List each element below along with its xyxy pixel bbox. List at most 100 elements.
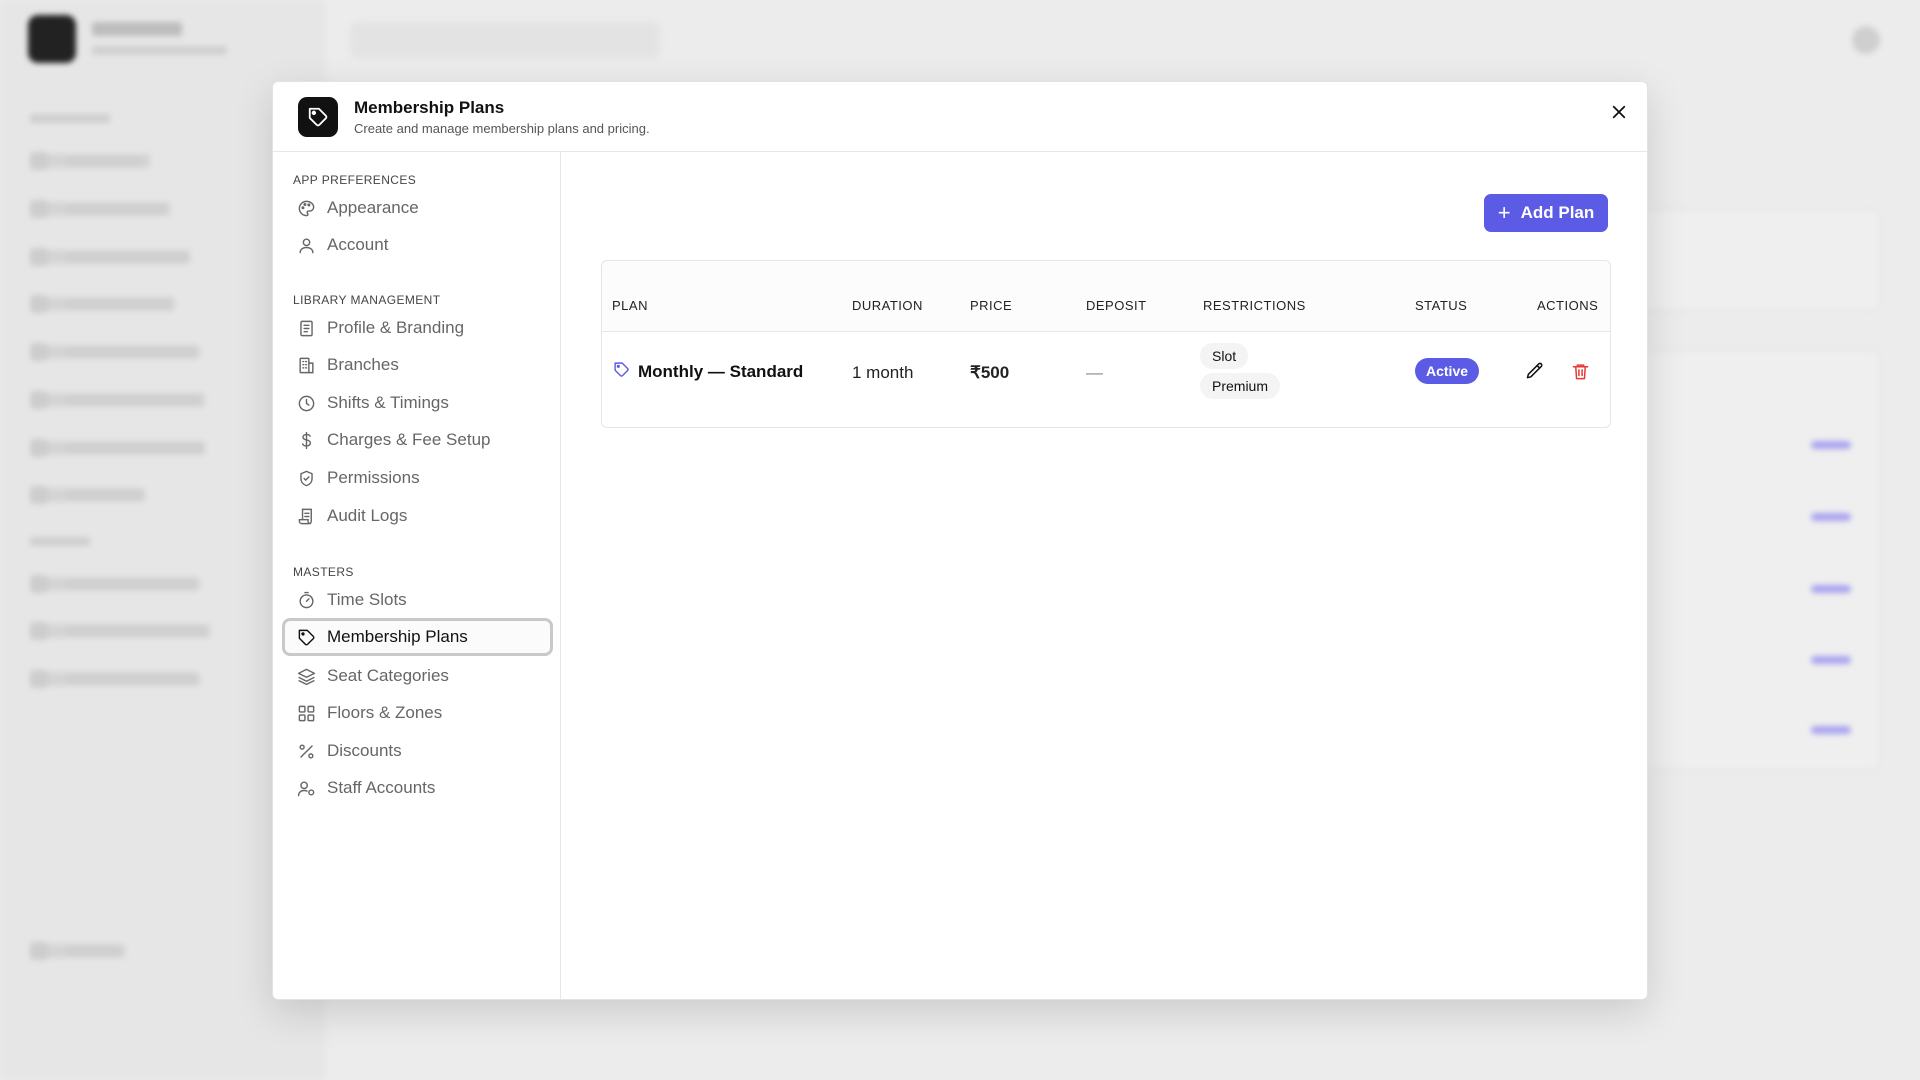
membership-plans-modal: Membership Plans Create and manage membe…: [272, 81, 1648, 1000]
nav-item-label: Membership Plans: [327, 627, 468, 646]
background-pill: [1811, 656, 1851, 664]
background-item: [30, 200, 170, 218]
background-section: [30, 114, 110, 123]
nav-item-seat-categories[interactable]: Seat Categories: [282, 657, 553, 695]
shield-icon: [296, 468, 316, 488]
dollar-icon: [296, 430, 316, 450]
modal-title: Membership Plans: [354, 98, 505, 117]
nav-item-label: Profile & Branding: [327, 318, 465, 337]
background-section: [30, 537, 90, 546]
nav-item-label: Shifts & Timings: [327, 393, 449, 412]
user-cog-icon: [296, 778, 316, 798]
column-header-price: PRICE: [970, 298, 1013, 313]
table-divider: [602, 331, 1610, 332]
status-badge: Active: [1415, 358, 1480, 384]
nav-item-label: Floors & Zones: [327, 703, 443, 722]
column-header-status: STATUS: [1415, 298, 1468, 313]
background-item: [30, 248, 190, 266]
background-brand: [92, 22, 182, 36]
nav-item-label: Discounts: [327, 741, 402, 760]
nav-item-label: Audit Logs: [327, 506, 408, 525]
nav-item-audit-logs[interactable]: Audit Logs: [282, 497, 553, 535]
settings-nav: APP PREFERENCES Appearance Account LIBRA…: [273, 152, 561, 999]
delete-button[interactable]: [1568, 359, 1592, 383]
plan-duration: 1 month: [852, 363, 914, 382]
background-item: [30, 152, 150, 170]
add-plan-button[interactable]: + Add Plan: [1484, 194, 1608, 232]
nav-section-title: LIBRARY MANAGEMENT: [293, 293, 441, 307]
nav-item-time-slots[interactable]: Time Slots: [282, 581, 553, 619]
column-header-duration: DURATION: [852, 298, 923, 313]
background-card: [1640, 210, 1880, 310]
edit-button[interactable]: [1523, 359, 1547, 383]
nav-item-profile-branding[interactable]: Profile & Branding: [282, 309, 553, 347]
document-icon: [296, 318, 316, 338]
tag-icon: [298, 97, 338, 137]
background-avatar: [1852, 26, 1880, 54]
column-header-restrictions: RESTRICTIONS: [1203, 298, 1306, 313]
background-pill: [1811, 513, 1851, 521]
background-brand-sub: [92, 46, 227, 55]
timer-icon: [296, 590, 316, 610]
nav-section-title: MASTERS: [293, 565, 354, 579]
restriction-tag: Slot: [1200, 343, 1249, 369]
nav-section-title: APP PREFERENCES: [293, 173, 417, 187]
restriction-tag: Premium: [1200, 373, 1281, 399]
pencil-icon: [1526, 362, 1543, 379]
modal-header: Membership Plans Create and manage membe…: [273, 82, 1647, 152]
background-item: [30, 343, 200, 361]
nav-item-label: Time Slots: [327, 590, 407, 609]
column-header-plan: PLAN: [612, 298, 648, 313]
clock-icon: [296, 393, 316, 413]
add-plan-label: Add Plan: [1520, 203, 1595, 222]
background-logo: [28, 15, 76, 63]
nav-item-label: Charges & Fee Setup: [327, 430, 491, 449]
background-item: [30, 295, 175, 313]
column-header-actions: ACTIONS: [1537, 298, 1599, 313]
background-search: [350, 22, 660, 58]
nav-item-label: Permissions: [327, 468, 420, 487]
nav-item-staff-accounts[interactable]: Staff Accounts: [282, 769, 553, 807]
plan-name: Monthly — Standard: [638, 362, 804, 381]
nav-item-charges-fee-setup[interactable]: Charges & Fee Setup: [282, 421, 553, 459]
tag-icon: [613, 361, 630, 383]
grid-icon: [296, 703, 316, 723]
background-pill: [1811, 441, 1851, 449]
plan-price: ₹500: [970, 363, 1010, 382]
background-item: [30, 622, 210, 640]
background-pill: [1811, 726, 1851, 734]
close-button[interactable]: [1605, 98, 1633, 126]
content-area: + Add Plan PLAN DURATION PRICE DEPOSIT R…: [562, 152, 1647, 999]
nav-item-account[interactable]: Account: [282, 226, 553, 264]
trash-icon: [1572, 363, 1588, 379]
column-header-deposit: DEPOSIT: [1086, 298, 1147, 313]
nav-item-shifts-timings[interactable]: Shifts & Timings: [282, 384, 553, 422]
background-item: [30, 486, 145, 504]
table-header: [602, 261, 1610, 331]
plus-icon: +: [1497, 200, 1511, 225]
percent-icon: [296, 741, 316, 761]
nav-item-label: Seat Categories: [327, 666, 449, 685]
nav-item-discounts[interactable]: Discounts: [282, 732, 553, 770]
modal-subtitle: Create and manage membership plans and p…: [354, 121, 650, 136]
background-item: [30, 575, 200, 593]
nav-item-membership-plans[interactable]: Membership Plans: [282, 618, 553, 656]
nav-item-label: Staff Accounts: [327, 778, 436, 797]
nav-item-appearance[interactable]: Appearance: [282, 189, 553, 227]
nav-item-permissions[interactable]: Permissions: [282, 459, 553, 497]
nav-item-label: Branches: [327, 355, 399, 374]
close-icon: [1612, 105, 1626, 119]
background-item: [30, 439, 205, 457]
nav-item-floors-zones[interactable]: Floors & Zones: [282, 694, 553, 732]
background-pill: [1811, 585, 1851, 593]
plan-name-cell: Monthly — Standard: [613, 361, 803, 383]
scroll-icon: [296, 506, 316, 526]
building-icon: [296, 355, 316, 375]
user-icon: [296, 235, 316, 255]
plans-table: PLAN DURATION PRICE DEPOSIT RESTRICTIONS…: [601, 260, 1611, 428]
layers-icon: [296, 666, 316, 686]
nav-item-branches[interactable]: Branches: [282, 346, 553, 384]
nav-item-label: Appearance: [327, 198, 419, 217]
tag-icon: [296, 627, 316, 647]
plan-deposit: —: [1086, 363, 1103, 382]
